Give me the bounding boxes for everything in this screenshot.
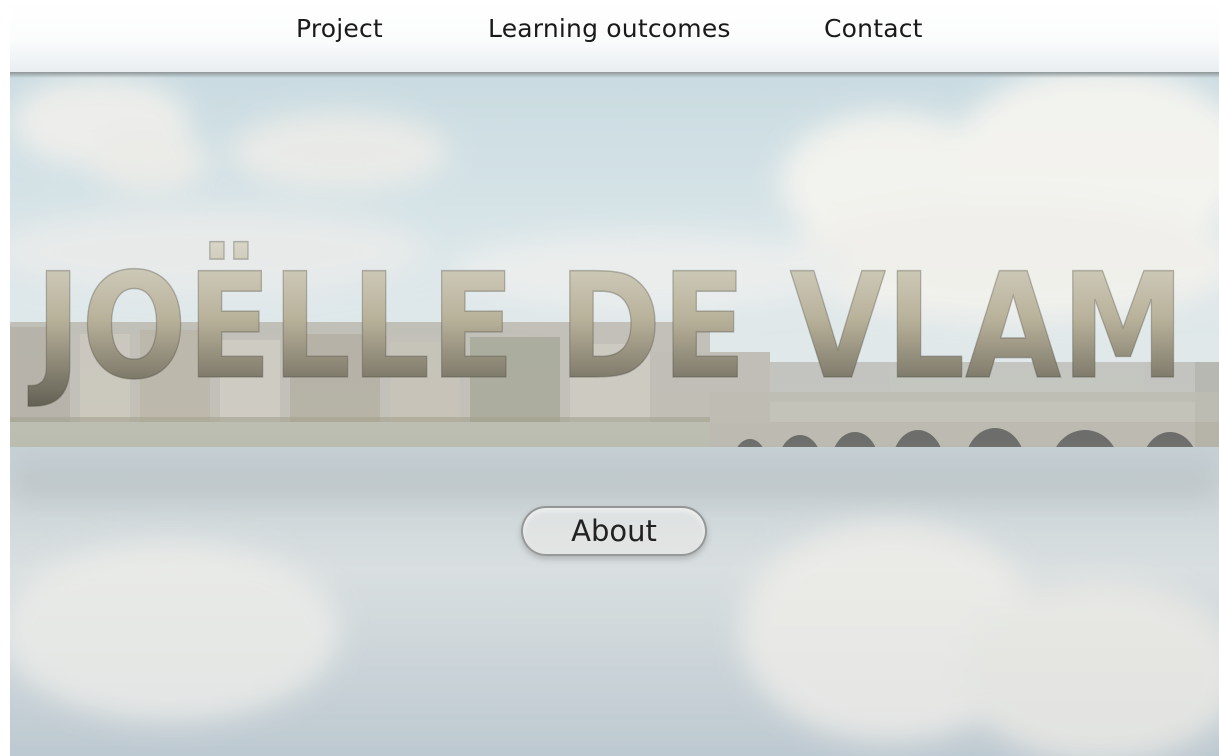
hero-title-layer: JOËLLE DE VLAM <box>27 240 1186 413</box>
nav-link-contact[interactable]: Contact <box>824 14 923 43</box>
nav-link-project[interactable]: Project <box>296 14 383 43</box>
page: Project Learning outcomes Contact JOËLLE… <box>10 0 1219 756</box>
about-button[interactable]: About <box>521 506 707 556</box>
nav-shadow <box>10 72 1219 78</box>
hero-title: JOËLLE DE VLAM <box>27 241 1185 412</box>
top-navigation: Project Learning outcomes Contact <box>10 0 1219 72</box>
hero-section: JOËLLE DE VLAM About <box>10 72 1219 756</box>
nav-link-learning-outcomes[interactable]: Learning outcomes <box>488 14 731 43</box>
